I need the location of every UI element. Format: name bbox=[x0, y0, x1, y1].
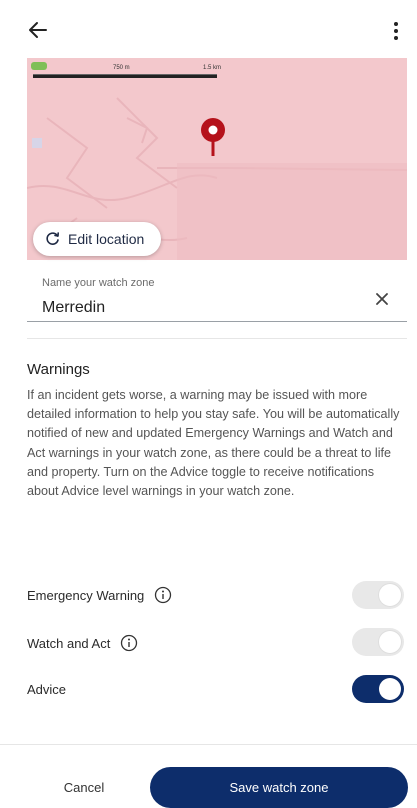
divider bbox=[27, 338, 407, 339]
input-underline bbox=[27, 321, 407, 322]
edit-location-button[interactable]: Edit location bbox=[33, 222, 161, 256]
more-options-button[interactable] bbox=[386, 16, 406, 44]
scale-label-750m: 750 m bbox=[113, 65, 130, 71]
watch-zone-name-input[interactable]: Merredin bbox=[42, 299, 105, 317]
back-button[interactable] bbox=[24, 16, 52, 44]
watch-zone-name-label: Name your watch zone bbox=[42, 277, 155, 289]
warnings-heading: Warnings bbox=[27, 361, 90, 378]
info-icon[interactable] bbox=[120, 634, 138, 652]
advice-toggle[interactable] bbox=[352, 675, 404, 703]
clear-name-button[interactable] bbox=[372, 289, 392, 309]
watch-and-act-label: Watch and Act bbox=[27, 635, 111, 651]
info-icon[interactable] bbox=[154, 586, 172, 604]
emergency-warning-toggle[interactable] bbox=[352, 581, 404, 609]
advice-row-label: Advice bbox=[27, 678, 66, 700]
emergency-warning-row-label: Emergency Warning bbox=[27, 584, 172, 606]
toggle-knob bbox=[379, 584, 401, 606]
close-icon bbox=[376, 293, 388, 305]
cancel-button[interactable]: Cancel bbox=[44, 770, 124, 806]
scale-label-1-5km: 1.5 km bbox=[203, 65, 221, 71]
warnings-description: If an incident gets worse, a warning may… bbox=[27, 388, 400, 499]
refresh-pin-icon bbox=[46, 232, 59, 245]
save-watch-zone-button[interactable]: Save watch zone bbox=[150, 767, 408, 808]
arrow-left-icon bbox=[29, 22, 47, 38]
toggle-knob bbox=[379, 678, 401, 700]
more-vert-icon bbox=[394, 22, 398, 26]
watch-and-act-row-label: Watch and Act bbox=[27, 632, 138, 654]
advice-label: Advice bbox=[27, 681, 67, 697]
watch-and-act-toggle[interactable] bbox=[352, 628, 404, 656]
edit-location-label: Edit location bbox=[68, 231, 145, 247]
toggle-knob bbox=[379, 631, 401, 653]
footer-divider bbox=[0, 744, 417, 745]
emergency-warning-label: Emergency Warning bbox=[27, 587, 145, 603]
